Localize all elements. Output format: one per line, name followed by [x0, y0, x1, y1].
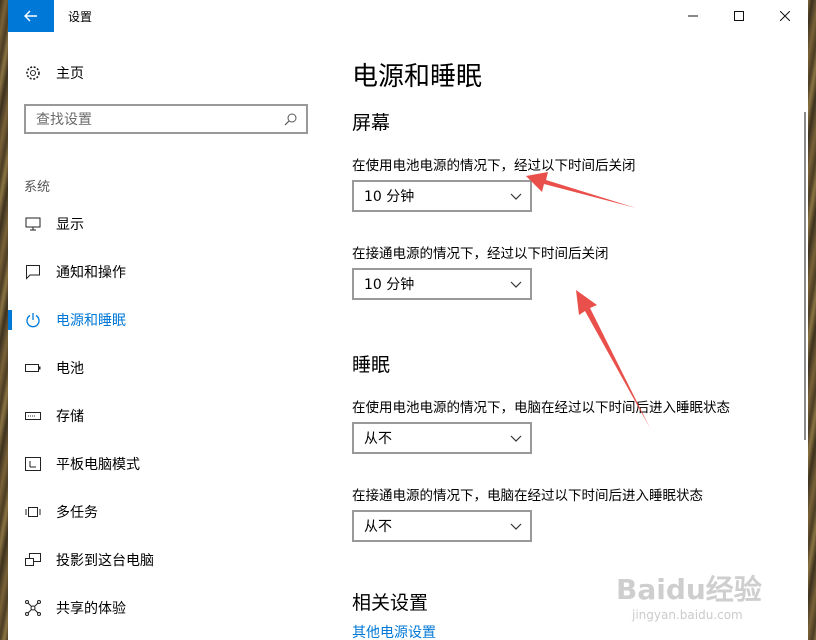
sidebar-item-tablet-mode[interactable]: 平板电脑模式: [8, 440, 328, 488]
dropdown-value: 从不: [364, 519, 392, 535]
chevron-down-icon: [510, 435, 522, 442]
gear-icon: [24, 64, 42, 82]
screen-battery-dropdown[interactable]: 10 分钟: [352, 180, 532, 212]
minimize-icon: [688, 15, 698, 17]
home-nav-item[interactable]: 主页: [24, 62, 84, 84]
sidebar: 主页 查找设置 系统 显示 通知和操作 电源和睡眠 电池 存储 平板电脑模式 多…: [8, 32, 328, 640]
back-button[interactable]: [8, 0, 54, 32]
dropdown-value: 10 分钟: [364, 277, 415, 293]
sidebar-item-label: 电源和睡眠: [56, 313, 126, 329]
main-content: 电源和睡眠 屏幕 在使用电池电源的情况下，经过以下时间后关闭 10 分钟 在接通…: [328, 32, 808, 640]
sidebar-item-label: 投影到这台电脑: [56, 553, 154, 569]
sidebar-item-label: 电池: [56, 361, 84, 377]
storage-icon: [24, 407, 42, 425]
sidebar-item-storage[interactable]: 存储: [8, 392, 328, 440]
sidebar-item-label: 平板电脑模式: [56, 457, 140, 473]
sidebar-item-label: 通知和操作: [56, 265, 126, 281]
window-title: 设置: [68, 10, 93, 24]
sidebar-item-multitasking[interactable]: 多任务: [8, 488, 328, 536]
maximize-button[interactable]: [716, 0, 762, 32]
back-arrow-icon: [24, 10, 37, 22]
dropdown-value: 从不: [364, 431, 392, 447]
sidebar-item-battery[interactable]: 电池: [8, 344, 328, 392]
battery-icon: [24, 359, 42, 377]
section-label-system: 系统: [24, 180, 51, 195]
screen-plugged-dropdown[interactable]: 10 分钟: [352, 268, 532, 300]
page-title: 电源和睡眠: [352, 62, 483, 92]
minimize-button[interactable]: [670, 0, 716, 32]
maximize-icon: [734, 11, 744, 21]
settings-window: 设置 主页 查找设置 系统 显示 通知和操作 电源和睡眠 电池 存储 平板电脑模…: [8, 0, 808, 640]
related-settings-heading: 相关设置: [352, 592, 429, 614]
sleep-plugged-label: 在接通电源的情况下，电脑在经过以下时间后进入睡眠状态: [352, 488, 703, 504]
sleep-heading: 睡眠: [352, 354, 391, 376]
additional-power-settings-link[interactable]: 其他电源设置: [352, 622, 436, 640]
sleep-plugged-dropdown[interactable]: 从不: [352, 510, 532, 542]
sidebar-item-label: 显示: [56, 217, 84, 233]
sidebar-item-display[interactable]: 显示: [8, 200, 328, 248]
sidebar-item-project[interactable]: 投影到这台电脑: [8, 536, 328, 584]
scrollbar[interactable]: [804, 112, 806, 440]
multitask-icon: [24, 503, 42, 521]
tablet-mode-icon: [24, 455, 42, 473]
sleep-battery-dropdown[interactable]: 从不: [352, 422, 532, 454]
screen-plugged-label: 在接通电源的情况下，经过以下时间后关闭: [352, 246, 609, 262]
notification-icon: [24, 263, 42, 281]
dropdown-value: 10 分钟: [364, 189, 415, 205]
close-icon: [780, 11, 790, 21]
monitor-icon: [24, 215, 42, 233]
sidebar-item-label: 共享的体验: [56, 601, 126, 617]
active-indicator: [8, 310, 12, 330]
share-icon: [24, 599, 42, 617]
sleep-battery-label: 在使用电池电源的情况下，电脑在经过以下时间后进入睡眠状态: [352, 400, 730, 416]
search-icon: [282, 111, 298, 127]
screen-battery-label: 在使用电池电源的情况下，经过以下时间后关闭: [352, 158, 636, 174]
search-input[interactable]: 查找设置: [24, 104, 308, 134]
power-icon: [24, 311, 42, 329]
project-icon: [24, 551, 42, 569]
title-bar: 设置: [8, 0, 808, 32]
sidebar-item-label: 存储: [56, 409, 84, 425]
sidebar-item-label: 多任务: [56, 505, 98, 521]
sidebar-item-notifications[interactable]: 通知和操作: [8, 248, 328, 296]
sidebar-item-shared-experiences[interactable]: 共享的体验: [8, 584, 328, 632]
home-label: 主页: [56, 66, 84, 82]
sidebar-item-power-sleep[interactable]: 电源和睡眠: [8, 296, 328, 344]
chevron-down-icon: [510, 281, 522, 288]
chevron-down-icon: [510, 523, 522, 530]
screen-heading: 屏幕: [352, 112, 391, 134]
sidebar-nav: 显示 通知和操作 电源和睡眠 电池 存储 平板电脑模式 多任务 投影到这台电脑 …: [8, 200, 328, 632]
chevron-down-icon: [510, 193, 522, 200]
close-button[interactable]: [762, 0, 808, 32]
search-placeholder: 查找设置: [36, 112, 92, 128]
